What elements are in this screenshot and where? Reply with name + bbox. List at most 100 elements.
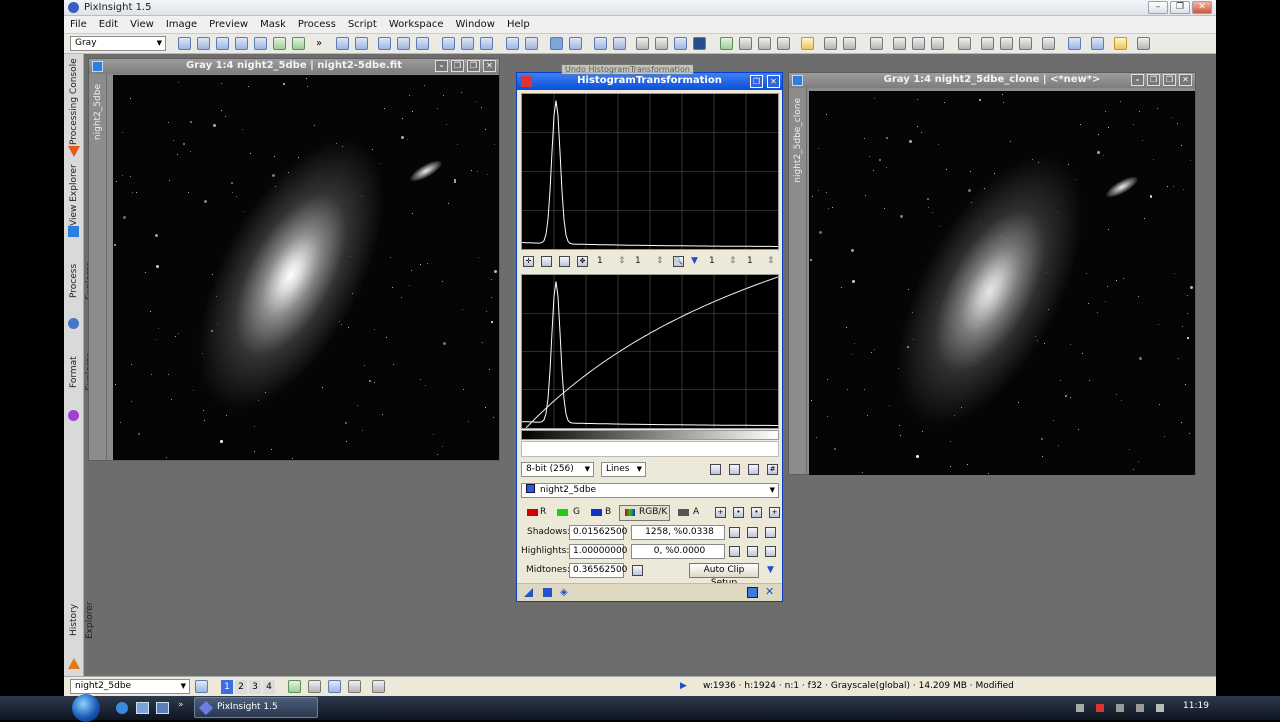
readout-icon[interactable] [870, 37, 883, 50]
midtones-field[interactable]: 0.36562500 [569, 563, 627, 578]
image-window-original[interactable]: Gray 1:4 night2_5dbe | night2-5dbe.fit –… [88, 58, 500, 461]
explorer-icon-2[interactable] [1091, 37, 1104, 50]
zoom-icon-5[interactable] [416, 37, 429, 50]
close-window-button[interactable]: ✕ [483, 60, 496, 72]
screen-icon-2[interactable] [655, 37, 668, 50]
edit-mode-icon[interactable]: ✛ [523, 256, 534, 267]
horizontal-zoom-value-2[interactable]: 1 [709, 254, 715, 269]
spin-arrows-icon[interactable]: ⇕ [767, 254, 775, 269]
mask-icon-2[interactable] [613, 37, 626, 50]
toolbar-more-button[interactable]: » [316, 38, 322, 49]
reset-midtones-icon[interactable] [632, 565, 643, 576]
zoom-icon-2[interactable] [355, 37, 368, 50]
zoom-icon[interactable]: 🔍 [673, 256, 684, 267]
channel-icon-3[interactable] [758, 37, 771, 50]
more-icon[interactable]: » [178, 700, 184, 710]
menu-help[interactable]: Help [501, 16, 536, 33]
restore-button[interactable]: ❐ [1170, 1, 1190, 14]
shadows-icon-2[interactable] [765, 527, 776, 538]
screen-icon-3[interactable] [674, 37, 687, 50]
readout-icon-3[interactable] [912, 37, 925, 50]
readout-icon-2[interactable] [893, 37, 906, 50]
menu-mask[interactable]: Mask [254, 16, 292, 33]
menu-process[interactable]: Process [292, 16, 342, 33]
open-icon[interactable] [292, 37, 305, 50]
highlights-icon[interactable] [747, 546, 758, 557]
explorer-icon-3[interactable] [1114, 37, 1127, 50]
reset-icon[interactable]: ✕ [765, 585, 774, 598]
channel-rgbk[interactable]: RGB/K [639, 505, 667, 520]
zoom-in-icon[interactable] [559, 256, 570, 267]
menu-view[interactable]: View [124, 16, 160, 33]
view-selector[interactable]: night2_5dbe ▼ [70, 679, 190, 694]
tray-icon-3[interactable] [1156, 704, 1164, 712]
zoom-icon-3[interactable] [378, 37, 391, 50]
tab-process-explorer[interactable]: Process Explorer [66, 244, 95, 318]
new-image-icon[interactable] [273, 37, 286, 50]
highlights-icon-2[interactable] [765, 546, 776, 557]
preview-icon[interactable] [461, 37, 474, 50]
plot-mode-select[interactable]: Lines ▼ [601, 462, 646, 477]
output-histogram[interactable] [521, 274, 779, 429]
arrange-icon[interactable] [328, 680, 341, 693]
stf-icon-3[interactable] [843, 37, 856, 50]
histogram-transformation-window[interactable]: HistogramTransformation ❐ ✕ Undo Histogr… [516, 64, 783, 602]
window-icon-2[interactable] [525, 37, 538, 50]
maximize-button[interactable]: ❐ [467, 60, 480, 72]
zoom-fit-icon[interactable] [541, 256, 552, 267]
reset-icon[interactable]: + [715, 507, 726, 518]
tab-format-explorer[interactable]: Format Explorer [66, 336, 95, 408]
tab-history-explorer[interactable]: History Explorer [66, 584, 95, 656]
resolution-select[interactable]: 8-bit (256) ▼ [521, 462, 594, 477]
close-window-button[interactable]: ✕ [1179, 74, 1192, 86]
grid-icon[interactable]: # [767, 464, 778, 475]
process-icon[interactable] [958, 37, 971, 50]
transfer-gradient-bar[interactable] [521, 430, 779, 440]
reset-shadows-icon[interactable] [729, 527, 740, 538]
process-icon-4[interactable] [1019, 37, 1032, 50]
horizontal-zoom-value[interactable]: 1 [597, 254, 603, 269]
view-icon[interactable] [195, 680, 208, 693]
image-window-titlebar[interactable]: Gray 1:4 night2_5dbe | night2-5dbe.fit –… [89, 59, 499, 74]
histogram-icon-2[interactable] [729, 464, 740, 475]
input-histogram[interactable] [521, 93, 779, 250]
zoom-out-icon[interactable] [235, 37, 248, 50]
spin-arrows-icon[interactable]: ⇕ [618, 254, 626, 269]
spin-arrows-icon[interactable]: ⇕ [729, 254, 737, 269]
iconize-button[interactable]: ❐ [451, 60, 464, 72]
auto-clip-setup-button[interactable]: Auto Clip Setup [689, 563, 759, 588]
tab-processing-console[interactable]: Processing Console [66, 58, 82, 146]
menu-image[interactable]: Image [160, 16, 203, 33]
explorer-icon-4[interactable] [1137, 37, 1150, 50]
reset-highlights-icon[interactable] [729, 546, 740, 557]
window-icon[interactable] [506, 37, 519, 50]
image-window-titlebar[interactable]: Gray 1:4 night2_5dbe_clone | <*new*> – ❐… [789, 73, 1195, 88]
workspace-tab-3[interactable]: 3 [249, 680, 261, 694]
menu-preview[interactable]: Preview [203, 16, 254, 33]
volume-icon[interactable] [1136, 704, 1144, 712]
channel-icon[interactable] [720, 37, 733, 50]
add-icon[interactable]: + [769, 507, 780, 518]
screen-icon-4[interactable] [693, 37, 706, 50]
redo-icon[interactable] [569, 37, 582, 50]
process-icon-5[interactable] [1042, 37, 1055, 50]
pan-icon[interactable] [178, 37, 191, 50]
close-all-icon[interactable] [372, 680, 385, 693]
browse-doc-icon[interactable] [747, 587, 758, 598]
network-icon[interactable] [1116, 704, 1124, 712]
process-icon-3[interactable] [1000, 37, 1013, 50]
tray-icon-2[interactable] [1096, 704, 1104, 712]
settings-icon[interactable]: • [733, 507, 744, 518]
taskbar-item-pixinsight[interactable]: PixInsight 1.5 [194, 697, 318, 718]
channel-a[interactable]: A [693, 505, 699, 520]
arrow-down-icon[interactable]: ▼ [691, 254, 698, 269]
explorer-icon[interactable] [1068, 37, 1081, 50]
channel-r[interactable]: R [540, 505, 546, 520]
start-button[interactable] [72, 694, 100, 722]
shade-button[interactable]: – [1131, 74, 1144, 86]
pan-icon[interactable]: ✥ [577, 256, 588, 267]
workspace-tab-2[interactable]: 2 [235, 680, 247, 694]
zoom-fit-icon[interactable] [197, 37, 210, 50]
iconize-button[interactable]: ❐ [1147, 74, 1160, 86]
grid-icon[interactable] [348, 680, 361, 693]
